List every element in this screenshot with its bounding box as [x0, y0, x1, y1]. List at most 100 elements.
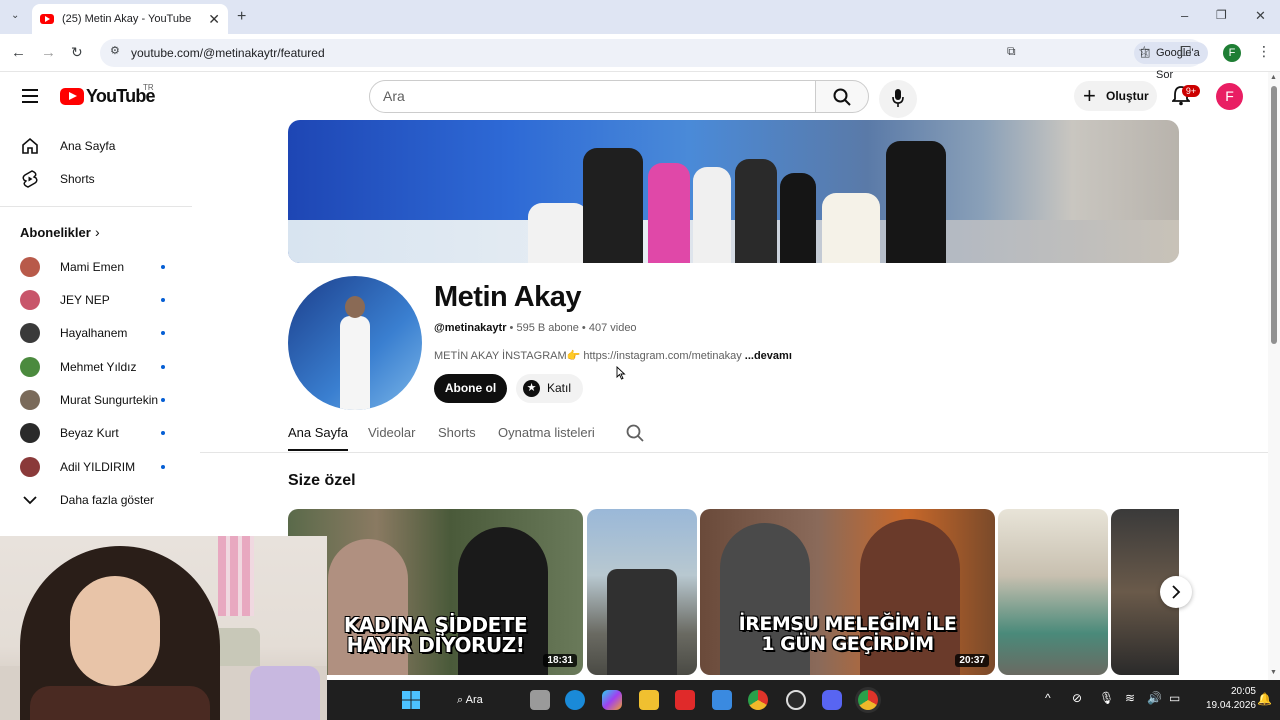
- create-button[interactable]: + Oluştur: [1074, 81, 1157, 111]
- chevron-right-icon: ›: [95, 224, 100, 240]
- youtube-logo-icon[interactable]: [60, 88, 84, 105]
- sidebar-subscription[interactable]: Hayalhanem: [0, 316, 192, 350]
- wifi-icon[interactable]: ≋: [1125, 691, 1135, 705]
- sidebar-subscription[interactable]: Mehmet Yıldız: [0, 350, 192, 384]
- bookmark-star-icon[interactable]: ☆: [1138, 43, 1151, 60]
- channel-meta: @metinakaytr • 595 B abone • 407 video: [434, 322, 637, 334]
- scroll-down-arrow-icon[interactable]: ▼: [1270, 669, 1277, 676]
- mouse-cursor-icon: [616, 366, 626, 380]
- reload-icon[interactable]: ↻: [71, 44, 83, 61]
- hamburger-menu-icon[interactable]: [22, 89, 38, 103]
- tab-search-icon[interactable]: ⌄: [11, 10, 19, 21]
- new-content-dot: [161, 331, 165, 335]
- tab-shorts[interactable]: Shorts: [438, 425, 476, 440]
- avatar-figure: [340, 316, 370, 410]
- close-window-button[interactable]: ✕: [1255, 8, 1266, 24]
- obs-icon[interactable]: [786, 690, 806, 710]
- account-avatar[interactable]: F: [1216, 83, 1243, 110]
- extensions-icon[interactable]: ⧠: [1180, 43, 1191, 60]
- video-thumbnail[interactable]: KADINA ŞİDDETE HAYIR DİYORUZ! 18:31: [288, 509, 583, 675]
- tab-home[interactable]: Ana Sayfa: [288, 425, 348, 440]
- chrome-active-icon[interactable]: [858, 690, 878, 710]
- sidebar-subscription[interactable]: Adil YILDIRIM: [0, 450, 192, 484]
- home-icon: [22, 137, 38, 154]
- scroll-thumb[interactable]: [1271, 86, 1277, 344]
- sidebar-subscription[interactable]: Murat Sungurtekin: [0, 383, 192, 417]
- channel-banner: [288, 120, 1179, 263]
- subscription-name: Mehmet Yıldız: [60, 360, 137, 374]
- url-text[interactable]: youtube.com/@metinakaytr/featured: [131, 46, 325, 60]
- battery-icon[interactable]: ▭: [1169, 691, 1180, 705]
- video-thumbnail[interactable]: [587, 509, 697, 675]
- site-info-icon[interactable]: ⚙: [110, 44, 120, 57]
- copilot-icon[interactable]: [602, 690, 622, 710]
- scroll-up-arrow-icon[interactable]: ▲: [1270, 74, 1277, 81]
- banner-figure: [583, 148, 643, 263]
- new-tab-button[interactable]: +: [237, 8, 246, 26]
- show-more-button[interactable]: Daha fazla göster: [0, 483, 192, 517]
- webcam-overlay: [0, 536, 327, 720]
- channel-description[interactable]: METİN AKAY İNSTAGRAM👉 https://instagram.…: [434, 349, 792, 362]
- tab-title: (25) Metin Akay - YouTube: [62, 13, 192, 25]
- volume-icon[interactable]: 🔊: [1147, 691, 1162, 705]
- system-clock[interactable]: 20:05 19.04.2026: [1206, 685, 1256, 713]
- browser-tab[interactable]: (25) Metin Akay - YouTube ✕: [32, 4, 228, 34]
- thumbnail-caption-line2: 1 GÜN GEÇİRDİM: [761, 633, 934, 655]
- voice-search-button[interactable]: [879, 80, 917, 118]
- sidebar-item-shorts[interactable]: Shorts: [0, 162, 192, 196]
- browser-menu-icon[interactable]: ⋮: [1257, 43, 1271, 60]
- join-button[interactable]: ★ Katıl: [516, 374, 583, 403]
- subscription-name: Mami Emen: [60, 260, 125, 274]
- task-view-icon[interactable]: [530, 690, 550, 710]
- channel-search-icon[interactable]: [626, 424, 644, 442]
- network-off-icon[interactable]: ⊘: [1072, 691, 1082, 705]
- browser-profile-avatar[interactable]: F: [1223, 44, 1241, 62]
- carousel-next-button[interactable]: [1160, 576, 1192, 608]
- notifications-icon[interactable]: 🔔: [1257, 692, 1272, 706]
- taskbar-search[interactable]: ⌕ Ara: [457, 688, 483, 712]
- channel-avatar-large[interactable]: [288, 276, 422, 410]
- minimize-button[interactable]: –: [1181, 8, 1188, 23]
- cast-icon[interactable]: ⧉: [1007, 44, 1016, 59]
- description-more-link[interactable]: ...devamı: [745, 350, 792, 362]
- channel-avatar: [20, 457, 40, 477]
- new-content-dot: [161, 431, 165, 435]
- tab-playlists[interactable]: Oynatma listeleri: [498, 425, 595, 440]
- sidebar-subscription[interactable]: Mami Emen: [0, 250, 192, 284]
- search-button[interactable]: [815, 80, 869, 113]
- microsoft-store-icon[interactable]: [712, 690, 732, 710]
- sidebar-subscription[interactable]: Beyaz Kurt: [0, 416, 192, 450]
- chrome-icon[interactable]: [748, 690, 768, 710]
- tray-overflow-icon[interactable]: ^: [1045, 691, 1051, 705]
- omnibox[interactable]: ⚙ youtube.com/@metinakaytr/featured ⧉ ◫ …: [100, 39, 1208, 81]
- sidebar-subscription[interactable]: JEY NEP: [0, 283, 192, 317]
- windows-taskbar: ⌕ Ara ^ ⊘ 🎙 ≋ 🔊 ▭ 20:05 19.04.2026 🔔: [327, 680, 1280, 720]
- avatar-head: [345, 296, 365, 318]
- thumbnail-caption-line1: İREMSU MELEĞİM İLE: [738, 613, 957, 635]
- file-explorer-icon[interactable]: [639, 690, 659, 710]
- subscribe-button[interactable]: Abone ol: [434, 374, 507, 403]
- subscriptions-header[interactable]: Abonelikler ›: [0, 215, 192, 249]
- video-thumbnail[interactable]: İREMSU MELEĞİM İLE 1 GÜN GEÇİRDİM 20:37: [700, 509, 995, 675]
- restore-button[interactable]: ❐: [1216, 8, 1227, 22]
- video-thumbnail[interactable]: [998, 509, 1108, 675]
- search-icon: ⌕: [457, 694, 466, 706]
- edge-icon[interactable]: [565, 690, 585, 710]
- new-content-dot: [161, 465, 165, 469]
- search-input[interactable]: Ara: [369, 80, 816, 113]
- wall-decor: [218, 536, 254, 616]
- clock-date: 19.04.2026: [1205, 700, 1256, 711]
- wps-office-icon[interactable]: [675, 690, 695, 710]
- windows-start-icon[interactable]: [402, 691, 420, 709]
- back-arrow-icon[interactable]: ←: [11, 44, 26, 61]
- microphone-tray-icon[interactable]: 🎙: [1099, 691, 1114, 705]
- forward-arrow-icon[interactable]: →: [41, 44, 56, 61]
- sidebar-item-home[interactable]: Ana Sayfa: [0, 129, 192, 163]
- close-tab-icon[interactable]: ✕: [208, 11, 220, 28]
- tab-videos[interactable]: Videolar: [368, 425, 415, 440]
- discord-icon[interactable]: [822, 690, 842, 710]
- page-scrollbar[interactable]: ▲ ▼: [1268, 72, 1280, 680]
- subscriber-count: 595 B abone: [516, 322, 579, 334]
- plus-icon: +: [1083, 83, 1096, 108]
- banner-figure: [648, 163, 690, 263]
